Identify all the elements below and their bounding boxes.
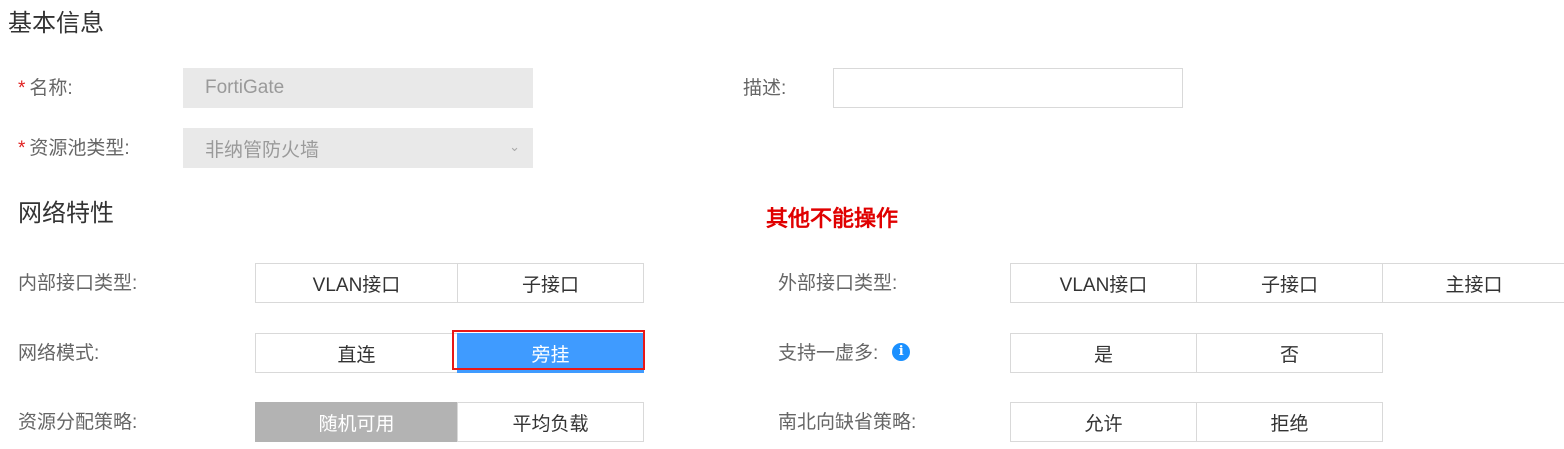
north-south-segmented: 允许 拒绝 <box>1010 402 1383 442</box>
allocation-option-average[interactable]: 平均负载 <box>457 402 644 442</box>
north-south-option-allow[interactable]: 允许 <box>1010 402 1197 442</box>
allocation-segmented: 随机可用 平均负载 <box>255 402 644 442</box>
pool-type-label-text: 资源池类型: <box>29 138 130 159</box>
allocation-label: 资源分配策略: <box>18 412 138 433</box>
name-label-text: 名称: <box>29 78 73 99</box>
allocation-option-random[interactable]: 随机可用 <box>255 402 458 442</box>
section-title-basic-info: 基本信息 <box>8 10 104 37</box>
north-south-option-deny[interactable]: 拒绝 <box>1196 402 1383 442</box>
inner-interface-option-vlan[interactable]: VLAN接口 <box>255 263 458 303</box>
name-input-value: FortiGate <box>205 77 285 98</box>
description-input[interactable] <box>833 68 1183 108</box>
name-input[interactable]: FortiGate <box>183 68 533 108</box>
pool-type-select[interactable]: 非纳管防火墙 ⌄ <box>183 128 533 168</box>
inner-interface-segmented: VLAN接口 子接口 <box>255 263 644 303</box>
inner-interface-option-sub[interactable]: 子接口 <box>457 263 644 303</box>
outer-interface-segmented: VLAN接口 子接口 主接口 <box>1010 263 1564 303</box>
multi-virtual-label: 支持一虚多: i <box>778 342 911 364</box>
required-mark: * <box>18 138 26 159</box>
outer-interface-label: 外部接口类型: <box>778 273 898 294</box>
inner-interface-label: 内部接口类型: <box>18 273 138 294</box>
multi-virtual-option-yes[interactable]: 是 <box>1010 333 1197 373</box>
outer-interface-option-vlan[interactable]: VLAN接口 <box>1010 263 1197 303</box>
description-label: 描述: <box>743 78 787 99</box>
multi-virtual-option-no[interactable]: 否 <box>1196 333 1383 373</box>
chevron-down-icon: ⌄ <box>509 139 520 154</box>
network-mode-label: 网络模式: <box>18 343 100 364</box>
multi-virtual-label-text: 支持一虚多: <box>778 343 879 364</box>
pool-type-label: * 资源池类型: <box>18 139 130 158</box>
multi-virtual-segmented: 是 否 <box>1010 333 1383 373</box>
info-icon[interactable]: i <box>892 342 911 361</box>
name-label: * 名称: <box>18 79 73 98</box>
network-mode-option-bypass[interactable]: 旁挂 <box>457 333 644 373</box>
required-mark: * <box>18 78 26 99</box>
north-south-label: 南北向缺省策略: <box>778 412 917 433</box>
outer-interface-option-main[interactable]: 主接口 <box>1382 263 1564 303</box>
network-mode-option-direct[interactable]: 直连 <box>255 333 458 373</box>
section-title-network: 网络特性 <box>18 200 114 227</box>
network-mode-segmented: 直连 旁挂 <box>255 333 644 373</box>
annotation-note: 其他不能操作 <box>766 206 899 231</box>
outer-interface-option-sub[interactable]: 子接口 <box>1196 263 1383 303</box>
pool-type-select-value: 非纳管防火墙 <box>205 139 320 161</box>
